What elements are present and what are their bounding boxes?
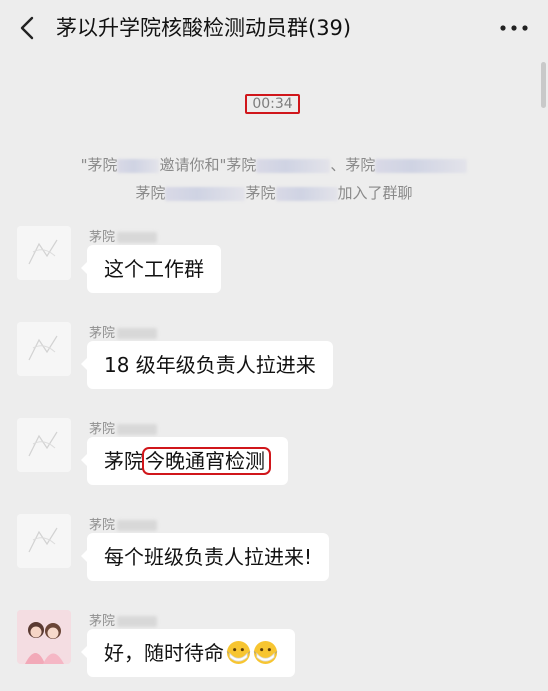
avatar[interactable] (17, 226, 71, 280)
redacted-name (117, 520, 158, 531)
message-bubble[interactable]: 好，随时待命 (81, 629, 295, 677)
avatar[interactable] (17, 610, 71, 664)
message-bubble[interactable]: 每个班级负责人拉进来! (80, 533, 330, 581)
redacted-name (117, 616, 158, 627)
more-dots-icon[interactable] (496, 14, 532, 42)
redacted-name (117, 232, 158, 243)
redacted-name (256, 158, 331, 173)
redacted-name (117, 328, 158, 339)
redacted-name (375, 158, 468, 173)
redacted-name (165, 186, 246, 201)
sender-name: 茅院 (89, 322, 158, 341)
avatar[interactable] (17, 514, 71, 568)
system-notice-text: 茅院 (245, 184, 276, 202)
system-notice-text: 茅院 (135, 184, 166, 202)
highlighted-text: 今晚通宵检测 (142, 447, 271, 475)
sender-name: 茅院 (89, 610, 158, 629)
system-notice-text: 、茅院 (330, 156, 376, 174)
mask-face-emoji-icon (253, 640, 278, 665)
avatar[interactable] (17, 322, 71, 376)
message-bubble[interactable]: 这个工作群 (81, 245, 221, 293)
message-text: 好，随时待命 (104, 641, 224, 665)
sender-name: 茅院 (89, 514, 158, 533)
message-text: 茅院 (104, 449, 144, 473)
avatar[interactable] (17, 418, 71, 472)
system-notice-text: 加入了群聊 (337, 184, 413, 202)
mask-face-emoji-icon (226, 640, 251, 665)
message-bubble[interactable]: 18 级年级负责人拉进来 (81, 341, 333, 389)
system-notice-text: 邀请你和"茅院 (159, 156, 257, 174)
sender-name: 茅院 (89, 418, 158, 437)
navigation-bar: 茅以升学院核酸检测动员群(39) (0, 0, 548, 56)
message-timestamp: 00:34 (245, 94, 300, 114)
system-notice-line-2: 茅院 茅院 加入了群聊 (0, 182, 548, 203)
system-notice-text: "茅院 (80, 156, 118, 174)
redacted-name (117, 158, 160, 173)
chevron-left-icon[interactable] (14, 14, 42, 42)
sender-name: 茅院 (89, 226, 158, 245)
system-notice-line-1: "茅院 邀请你和"茅院 、茅院 (0, 154, 548, 175)
scrollbar[interactable] (541, 62, 546, 108)
redacted-name (117, 424, 158, 435)
redacted-name (275, 186, 338, 201)
message-bubble[interactable]: 茅院今晚通宵检测 (81, 437, 288, 485)
chat-title: 茅以升学院核酸检测动员群(39) (56, 16, 352, 40)
